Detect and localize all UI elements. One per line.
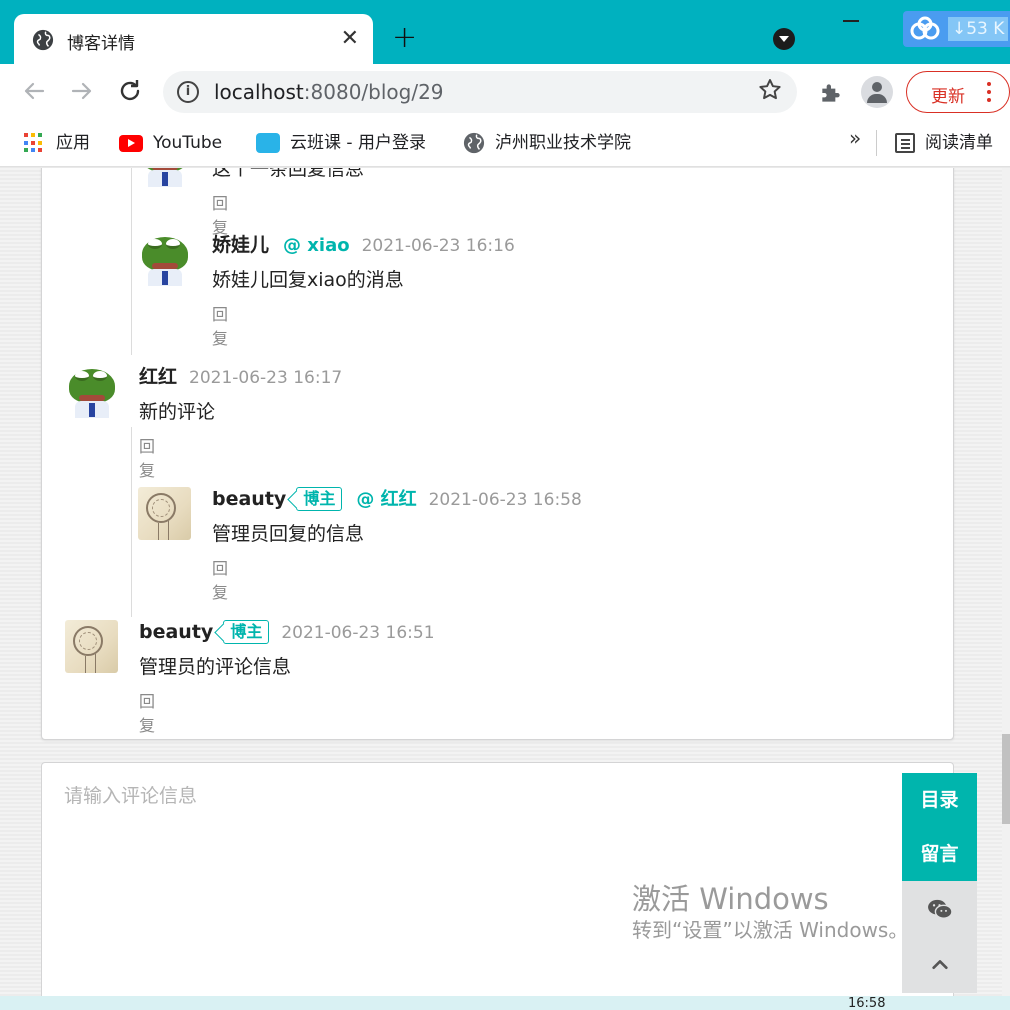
comment-meta: beauty 博主 @ 红红 2021-06-23 16:58 <box>212 487 582 512</box>
page-scrollbar[interactable] <box>1002 168 1010 996</box>
profile-button[interactable] <box>861 76 893 108</box>
bookmark-apps-label: 应用 <box>56 133 90 153</box>
baidu-cloud-icon <box>910 16 940 40</box>
avatar <box>65 620 118 673</box>
thread-line <box>131 168 132 355</box>
comment-author[interactable]: beauty <box>212 488 286 510</box>
youtube-icon <box>119 134 143 152</box>
window-minimize-button[interactable] <box>843 20 859 22</box>
reading-list-button[interactable]: 阅读清单 <box>895 128 993 158</box>
reading-list-icon <box>895 133 915 153</box>
bookmark-apps[interactable]: 应用 <box>24 128 90 158</box>
blogger-badge: 博主 <box>223 620 270 644</box>
puzzle-icon[interactable] <box>818 80 844 106</box>
comment-author[interactable]: beauty <box>139 621 213 643</box>
site-info-icon[interactable]: i <box>177 81 199 103</box>
comment-text: 新的评论 <box>139 401 216 423</box>
comment-text: 娇娃儿回复xiao的消息 <box>212 269 404 291</box>
tab-search-icon[interactable] <box>773 28 795 50</box>
browser-tab[interactable]: 博客详情 ✕ <box>14 14 373 66</box>
back-to-top-button[interactable] <box>902 937 977 993</box>
reply-link[interactable]: 回复 <box>139 433 155 481</box>
arrow-left-icon[interactable] <box>19 76 49 106</box>
bookmark-yunbanke-label: 云班课 - 用户登录 <box>290 133 426 153</box>
bookmark-youtube-label: YouTube <box>153 133 223 153</box>
url-path: :8080/blog/29 <box>303 80 444 104</box>
blogger-badge: 博主 <box>296 487 343 511</box>
comment-meta: 娇娃儿 @ xiao 2021-06-23 16:16 <box>212 233 515 258</box>
bookmark-luzhou[interactable]: 泸州职业技术学院 <box>463 128 631 158</box>
side-toolbar: 目录 留言 <box>902 773 977 993</box>
comment-author[interactable]: 红红 <box>139 366 177 388</box>
avatar <box>138 168 191 187</box>
comment-time: 2021-06-23 16:51 <box>281 623 435 643</box>
scrollbar-thumb[interactable] <box>1002 734 1010 824</box>
url-text[interactable]: localhost:8080/blog/29 <box>214 80 444 104</box>
reply-link[interactable]: 回复 <box>212 301 228 349</box>
tab-close-button[interactable]: ✕ <box>341 25 359 53</box>
comment-meta: beauty 博主 2021-06-23 16:51 <box>139 620 435 645</box>
bookmark-youtube[interactable]: YouTube <box>119 128 222 158</box>
net-speed-value: ↓53 K <box>948 17 1009 41</box>
avatar <box>65 365 118 418</box>
net-speed-widget: ↓53 K <box>903 11 1010 47</box>
reply-link[interactable]: 回复 <box>212 190 228 238</box>
apps-grid-icon <box>24 133 44 153</box>
comment-mention: @ xiao <box>283 235 350 256</box>
comment-text: 这个一条回复信息 <box>212 168 365 180</box>
toc-button[interactable]: 目录 <box>902 773 977 827</box>
comment-time: 2021-06-23 16:58 <box>428 490 582 510</box>
chevron-up-icon <box>931 959 948 969</box>
windows-taskbar: 16:58 <box>0 996 1010 1010</box>
comments-card: 这个一条回复信息 回复 娇娃儿 @ xiao 2021-06-23 16:16 娇娃… <box>41 168 954 740</box>
comment-text: 管理员回复的信息 <box>212 523 365 545</box>
bookmark-luzhou-label: 泸州职业技术学院 <box>495 133 631 153</box>
bookmark-yunbanke[interactable]: 云班课 - 用户登录 <box>256 128 426 158</box>
update-label: 更新 <box>931 87 965 107</box>
address-bar[interactable]: i localhost:8080/blog/29 <box>163 71 797 113</box>
comment-time: 2021-06-23 16:17 <box>189 368 343 388</box>
bookmarks-separator <box>876 130 877 156</box>
comment-author[interactable]: 娇娃儿 <box>212 234 269 256</box>
update-button[interactable]: 更新 <box>906 71 1010 113</box>
thread-line <box>131 427 132 617</box>
comment-input-placeholder: 请输入评论信息 <box>64 785 198 807</box>
menu-dots-icon[interactable] <box>987 80 993 106</box>
comment-input[interactable]: 请输入评论信息 <box>41 762 954 996</box>
new-tab-button[interactable]: + <box>392 20 417 56</box>
wechat-icon <box>927 899 953 919</box>
avatar <box>138 487 191 540</box>
browser-toolbar: i localhost:8080/blog/29 更新 <box>0 64 1010 120</box>
avatar <box>138 233 191 286</box>
wechat-button[interactable] <box>902 881 977 937</box>
page-viewport: 这个一条回复信息 回复 娇娃儿 @ xiao 2021-06-23 16:16 娇娃… <box>0 168 1002 996</box>
reply-link[interactable]: 回复 <box>139 688 155 736</box>
cloud-class-icon <box>256 133 280 153</box>
comment-time: 2021-06-23 16:16 <box>361 236 515 256</box>
reply-link[interactable]: 回复 <box>212 555 228 603</box>
tab-title: 博客详情 <box>67 34 135 54</box>
bookmarks-more-button[interactable]: » <box>849 126 861 150</box>
comment-text: 管理员的评论信息 <box>139 656 292 678</box>
message-button[interactable]: 留言 <box>902 827 977 881</box>
comment-meta: 红红 2021-06-23 16:17 <box>139 365 342 390</box>
reading-list-label: 阅读清单 <box>925 133 993 153</box>
star-icon[interactable] <box>757 77 783 103</box>
bookmarks-bar: 应用 YouTube 云班课 - 用户登录 泸州职业技术学院 » 阅读清单 <box>0 120 1010 167</box>
reload-icon[interactable] <box>115 76 145 106</box>
globe-icon <box>32 29 54 51</box>
url-host: localhost <box>214 80 304 104</box>
globe-icon <box>463 132 485 154</box>
taskbar-clock: 16:58 <box>848 996 886 1010</box>
arrow-right-icon[interactable] <box>67 76 97 106</box>
browser-title-bar: 博客详情 ✕ + ↓53 K <box>0 0 1010 66</box>
comment-mention: @ 红红 <box>356 489 417 510</box>
